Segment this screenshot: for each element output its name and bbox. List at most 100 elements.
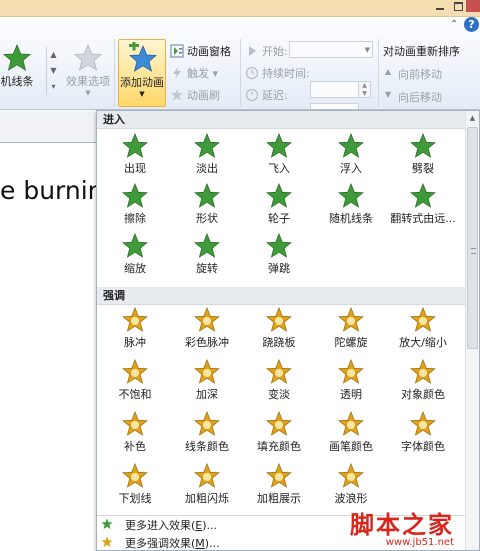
animation-painter-button[interactable]: 动画刷	[170, 87, 220, 103]
section-header-entrance: 进入	[97, 111, 465, 129]
emphasis-effect-item[interactable]: 不饱和	[99, 359, 171, 402]
ribbon-collapse-button[interactable]: ⌃	[450, 19, 458, 30]
emphasis-effect-item[interactable]: 补色	[99, 411, 171, 454]
ribbon-separator	[240, 39, 241, 107]
emphasis-effect-label: 不饱和	[118, 388, 152, 401]
entrance-effect-item[interactable]: 擦除	[99, 183, 171, 226]
emphasis-effect-item[interactable]: 字体颜色	[387, 411, 459, 454]
green-star-icon	[101, 518, 115, 533]
animation-gallery-dropdown: 进入 出现 淡出 飞入 浮入 劈裂擦除 形状 轮子 随机线条 翻转式由远... 缩放 旋转 弹跳 强调…	[96, 110, 480, 551]
emphasis-effect-item[interactable]: 加深	[171, 359, 243, 402]
entrance-effect-item[interactable]: 缩放	[99, 233, 171, 276]
entrance-effect-item[interactable]: 出现	[99, 133, 171, 176]
emphasis-effect-item[interactable]: 脉冲	[99, 307, 171, 350]
emphasis-star-icon	[410, 307, 436, 332]
scrollbar-thumb[interactable]	[467, 127, 478, 349]
emphasis-effect-label: 变淡	[268, 388, 290, 401]
emphasis-effect-label: 加深	[196, 388, 218, 401]
entrance-effect-item[interactable]: 飞入	[243, 133, 315, 176]
gallery-more-icon[interactable]: ▾	[47, 79, 60, 95]
emphasis-effect-item[interactable]: 放大/缩小	[387, 307, 459, 350]
help-button[interactable]: ?	[464, 17, 479, 32]
move-later-button[interactable]: ▼ 向后移动	[385, 89, 442, 105]
entrance-effect-item[interactable]: 轮子	[243, 183, 315, 226]
entrance-star-icon	[194, 233, 220, 258]
slide-text[interactable]: e burnin	[0, 176, 104, 205]
emphasis-effect-item[interactable]: 透明	[315, 359, 387, 402]
emphasis-effect-item[interactable]: 变淡	[243, 359, 315, 402]
maximize-button[interactable]	[451, 0, 465, 12]
emphasis-effect-item[interactable]: 陀螺旋	[315, 307, 387, 350]
emphasis-effect-label: 加粗闪烁	[185, 492, 229, 505]
gallery-scroll-buttons[interactable]: ▲ ▼ ▾	[46, 47, 60, 95]
add-animation-icon	[128, 42, 158, 72]
emphasis-effect-label: 彩色脉冲	[185, 336, 229, 349]
trigger-button[interactable]: 触发 ▾	[170, 65, 218, 81]
emphasis-effect-label: 陀螺旋	[334, 336, 368, 349]
entrance-effect-label: 劈裂	[412, 162, 434, 175]
emphasis-effect-item[interactable]: 加粗闪烁	[171, 463, 243, 506]
entrance-star-icon	[338, 133, 364, 158]
trigger-label: 触发 ▾	[187, 67, 219, 80]
ribbon-separator	[114, 39, 115, 107]
entrance-effect-item[interactable]: 旋转	[171, 233, 243, 276]
entrance-effect-item[interactable]: 随机线条	[315, 183, 387, 226]
entrance-star-icon	[194, 133, 220, 158]
emphasis-effect-item[interactable]: 波浪形	[315, 463, 387, 506]
add-animation-button[interactable]: 添加动画 ▼	[118, 39, 166, 107]
emphasis-effect-label: 字体颜色	[401, 440, 445, 453]
entrance-effects-grid: 出现 淡出 飞入 浮入 劈裂擦除 形状 轮子 随机线条 翻转式由远... 缩放 旋转 弹跳	[97, 133, 465, 283]
animations-ribbon: ⌃ ? 机线条 ▲ ▼ ▾ 效果选项 ▼ 添加动画 ▼ 动画窗格 触发 ▾ 动画…	[0, 17, 480, 110]
duration-input[interactable]	[310, 81, 359, 98]
animation-gallery-item[interactable]: 机线条	[0, 43, 40, 101]
entrance-effect-label: 轮子	[268, 212, 290, 225]
emphasis-effect-item[interactable]: 画笔颜色	[315, 411, 387, 454]
scroll-up-icon[interactable]: ▲	[466, 111, 479, 125]
entrance-effect-item[interactable]: 翻转式由远...	[387, 183, 459, 226]
emphasis-effect-item[interactable]: 跷跷板	[243, 307, 315, 350]
emphasis-star-icon	[122, 463, 148, 488]
delay-setting: 延迟:	[245, 87, 288, 103]
section-header-emphasis: 强调	[97, 287, 465, 305]
entrance-effect-item[interactable]: 弹跳	[243, 233, 315, 276]
emphasis-effect-label: 下划线	[118, 492, 152, 505]
emphasis-star-icon	[266, 307, 292, 332]
more-entrance-effects-item[interactable]: 更多进入效果(E)...	[97, 516, 465, 534]
emphasis-effect-item[interactable]: 对象颜色	[387, 359, 459, 402]
close-button[interactable]	[466, 0, 480, 12]
animation-painter-icon	[170, 88, 184, 102]
entrance-star-icon	[122, 183, 148, 208]
move-earlier-button[interactable]: ▲ 向前移动	[385, 66, 442, 82]
ribbon-separator	[378, 39, 379, 107]
delay-label: 延迟:	[262, 89, 288, 102]
more-emphasis-effects-item[interactable]: 更多强调效果(M)...	[97, 534, 465, 550]
dropdown-scrollbar[interactable]: ▲	[465, 111, 479, 550]
trigger-icon	[170, 66, 184, 80]
entrance-effect-item[interactable]: 浮入	[315, 133, 387, 176]
entrance-effect-label: 缩放	[124, 262, 146, 275]
entrance-star-icon	[122, 133, 148, 158]
start-select[interactable]: ▼	[289, 41, 373, 58]
emphasis-star-icon	[266, 411, 292, 436]
gallery-up-icon[interactable]: ▲	[47, 47, 60, 63]
entrance-effect-item[interactable]: 淡出	[171, 133, 243, 176]
emphasis-effect-item[interactable]: 彩色脉冲	[171, 307, 243, 350]
animation-pane-button[interactable]: 动画窗格	[170, 43, 231, 59]
entrance-star-icon	[410, 183, 436, 208]
effect-options-button[interactable]: 效果选项 ▼	[64, 43, 112, 97]
entrance-effect-item[interactable]: 形状	[171, 183, 243, 226]
gallery-down-icon[interactable]: ▼	[47, 63, 60, 79]
more-emphasis-label: 更多强调效果(	[125, 537, 196, 550]
add-animation-label: 添加动画	[120, 76, 164, 89]
duration-spinner[interactable]: ▲ ▼	[359, 81, 371, 98]
emphasis-effect-item[interactable]: 下划线	[99, 463, 171, 506]
emphasis-effect-item[interactable]: 填充颜色	[243, 411, 315, 454]
entrance-effect-item[interactable]: 劈裂	[387, 133, 459, 176]
delay-input[interactable]	[310, 103, 359, 109]
emphasis-star-icon	[122, 411, 148, 436]
emphasis-effect-item[interactable]: 线条颜色	[171, 411, 243, 454]
delay-clock-icon	[245, 88, 259, 102]
emphasis-effect-item[interactable]: 加粗展示	[243, 463, 315, 506]
minimize-button[interactable]	[433, 0, 447, 12]
emphasis-effect-label: 画笔颜色	[329, 440, 373, 453]
